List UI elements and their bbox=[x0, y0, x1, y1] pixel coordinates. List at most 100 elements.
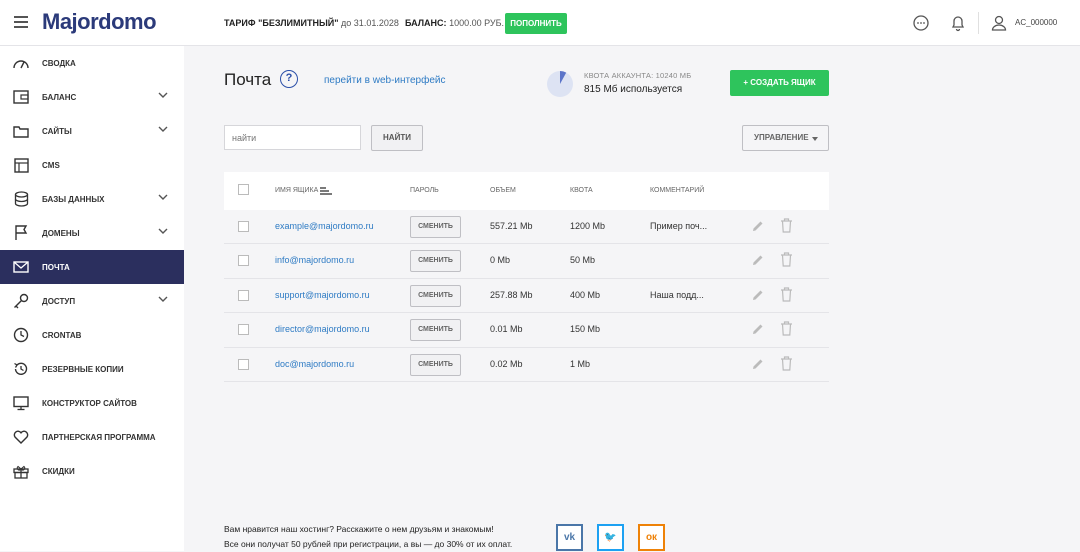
mailbox-name-link[interactable]: support@majordomo.ru bbox=[275, 290, 370, 300]
sidebar-item-label: РЕЗЕРВНЫЕ КОПИИ bbox=[42, 364, 124, 374]
manage-dropdown[interactable]: УПРАВЛЕНИЕ bbox=[742, 125, 829, 151]
table-row: director@majordomo.ru СМЕНИТЬ 0.01 Mb 150 M… bbox=[224, 313, 829, 348]
sidebar-item-partners[interactable]: ПАРТНЕРСКАЯ ПРОГРАММА bbox=[0, 420, 184, 454]
folder-icon bbox=[12, 122, 30, 140]
sidebar-item-mail[interactable]: ПОЧТА bbox=[0, 250, 184, 284]
mail-icon bbox=[12, 258, 30, 276]
mailbox-quota: 1 Mb bbox=[570, 358, 591, 369]
mailbox-volume: 0 Mb bbox=[490, 255, 511, 266]
mailbox-name-link[interactable]: example@majordomo.ru bbox=[275, 221, 374, 231]
pencil-icon[interactable] bbox=[752, 289, 764, 301]
table-row: example@majordomo.ru СМЕНИТЬ 557.21 Mb 1200… bbox=[224, 210, 829, 245]
sidebar-item-label: БАЗЫ ДАННЫХ bbox=[42, 194, 105, 204]
balance-label: БАЛАНС: bbox=[405, 18, 447, 28]
key-icon bbox=[12, 292, 30, 310]
trash-icon[interactable] bbox=[780, 252, 793, 267]
twitter-share-button[interactable]: 🐦 bbox=[597, 524, 624, 551]
table-row: support@majordomo.ru СМЕНИТЬ 257.88 Mb 400 … bbox=[224, 279, 829, 314]
sidebar-item-discounts[interactable]: СКИДКИ bbox=[0, 454, 184, 488]
sort-icon[interactable] bbox=[320, 187, 332, 195]
trash-icon[interactable] bbox=[780, 287, 793, 302]
vk-share-button[interactable]: vk bbox=[556, 524, 583, 551]
mailbox-name-link[interactable]: doc@majordomo.ru bbox=[275, 359, 354, 369]
sidebar-item-label: ПОЧТА bbox=[42, 262, 70, 272]
sidebar-item-backups[interactable]: РЕЗЕРВНЫЕ КОПИИ bbox=[0, 352, 184, 386]
referral-line-2: Все они получат 50 рублей при регистраци… bbox=[224, 539, 513, 549]
sidebar-item-label: САЙТЫ bbox=[42, 126, 72, 136]
row-checkbox[interactable] bbox=[238, 289, 249, 301]
mailbox-volume: 257.88 Mb bbox=[490, 289, 533, 300]
mailbox-quota: 150 Mb bbox=[570, 324, 601, 335]
search-input[interactable] bbox=[224, 125, 361, 150]
mailbox-comment: Наша подд... bbox=[650, 289, 704, 300]
flag-icon bbox=[12, 224, 30, 242]
sidebar-item-label: ДОСТУП bbox=[42, 296, 76, 306]
change-password-button[interactable]: СМЕНИТЬ bbox=[410, 284, 461, 307]
sidebar-item-summary[interactable]: СВОДКА bbox=[0, 46, 184, 80]
pencil-icon[interactable] bbox=[752, 323, 764, 335]
caret-down-icon bbox=[812, 137, 818, 141]
pencil-icon[interactable] bbox=[752, 254, 764, 266]
pencil-icon[interactable] bbox=[752, 358, 764, 370]
bell-icon[interactable] bbox=[949, 14, 967, 32]
change-password-button[interactable]: СМЕНИТЬ bbox=[410, 353, 461, 376]
quota-used: 815 Мб используется bbox=[584, 84, 683, 95]
chevron-down-icon[interactable] bbox=[158, 194, 168, 201]
topup-button[interactable]: ПОПОЛНИТЬ bbox=[505, 13, 567, 34]
chevron-down-icon[interactable] bbox=[158, 296, 168, 303]
odnoklassniki-icon: ок bbox=[645, 532, 658, 543]
logo[interactable]: Majordomo bbox=[42, 9, 157, 35]
sidebar-item-access[interactable]: ДОСТУП bbox=[0, 284, 184, 318]
row-checkbox[interactable] bbox=[238, 221, 249, 232]
user-icon[interactable] bbox=[990, 14, 1008, 32]
chevron-down-icon[interactable] bbox=[158, 92, 168, 99]
sidebar-item-crontab[interactable]: CRONTAB bbox=[0, 318, 184, 352]
sidebar: СВОДКА БАЛАНС САЙТЫ CMS БАЗЫ ДАННЫХ ДОМЕ… bbox=[0, 46, 184, 551]
main-content: Почта ? перейти в web-интерфейс КВОТА АК… bbox=[184, 46, 1080, 551]
sidebar-item-domains[interactable]: ДОМЕНЫ bbox=[0, 216, 184, 250]
mailbox-name-link[interactable]: director@majordomo.ru bbox=[275, 324, 370, 334]
row-checkbox[interactable] bbox=[238, 358, 249, 370]
mailbox-name-link[interactable]: info@majordomo.ru bbox=[275, 255, 354, 265]
sidebar-item-cms[interactable]: CMS bbox=[0, 148, 184, 182]
layout-icon bbox=[12, 156, 30, 174]
change-password-button[interactable]: СМЕНИТЬ bbox=[410, 319, 461, 342]
menu-icon[interactable] bbox=[14, 16, 28, 28]
clock-icon bbox=[12, 326, 30, 344]
sidebar-item-sites[interactable]: САЙТЫ bbox=[0, 114, 184, 148]
change-password-button[interactable]: СМЕНИТЬ bbox=[410, 216, 461, 238]
pencil-icon[interactable] bbox=[752, 220, 764, 232]
help-icon[interactable]: ? bbox=[280, 70, 298, 88]
chevron-down-icon[interactable] bbox=[158, 126, 168, 133]
sidebar-item-balance[interactable]: БАЛАНС bbox=[0, 80, 184, 114]
create-mailbox-button[interactable]: + СОЗДАТЬ ЯЩИК bbox=[730, 70, 829, 96]
referral-text: Вам нравится наш хостинг? Расскажите о н… bbox=[224, 522, 512, 552]
balance-value: 1000.00 РУБ. bbox=[449, 18, 505, 28]
sidebar-item-label: КОНСТРУКТОР САЙТОВ bbox=[42, 398, 137, 408]
chat-icon[interactable] bbox=[912, 14, 930, 32]
mailbox-comment: Пример поч... bbox=[650, 221, 708, 231]
mailbox-volume: 557.21 Mb bbox=[490, 221, 533, 231]
trash-icon[interactable] bbox=[780, 321, 793, 336]
mailbox-quota: 50 Mb bbox=[570, 255, 596, 266]
search-button[interactable]: НАЙТИ bbox=[371, 125, 423, 151]
select-all-checkbox[interactable] bbox=[238, 184, 249, 195]
row-checkbox[interactable] bbox=[238, 255, 249, 267]
mailbox-volume: 0.01 Mb bbox=[490, 324, 523, 335]
chevron-down-icon[interactable] bbox=[158, 228, 168, 235]
trash-icon[interactable] bbox=[780, 218, 793, 233]
sidebar-item-site-builder[interactable]: КОНСТРУКТОР САЙТОВ bbox=[0, 386, 184, 420]
tariff-label: ТАРИФ "БЕЗЛИМИТНЫЙ" bbox=[224, 18, 339, 28]
sidebar-item-databases[interactable]: БАЗЫ ДАННЫХ bbox=[0, 182, 184, 216]
column-header-name[interactable]: ИМЯ ЯЩИКА bbox=[275, 187, 318, 194]
mailbox-volume: 0.02 Mb bbox=[490, 358, 523, 369]
quota-label: КВОТА АККАУНТА: 10240 МБ bbox=[584, 71, 692, 80]
trash-icon[interactable] bbox=[780, 355, 793, 371]
web-interface-link[interactable]: перейти в web-интерфейс bbox=[324, 75, 445, 86]
divider bbox=[978, 12, 979, 34]
change-password-button[interactable]: СМЕНИТЬ bbox=[410, 250, 461, 273]
row-checkbox[interactable] bbox=[238, 324, 249, 336]
table-row: doc@majordomo.ru СМЕНИТЬ 0.02 Mb 1 Mb bbox=[224, 348, 829, 382]
odnoklassniki-share-button[interactable]: ок bbox=[638, 524, 665, 551]
user-name[interactable]: AC_000000 bbox=[1015, 18, 1057, 27]
